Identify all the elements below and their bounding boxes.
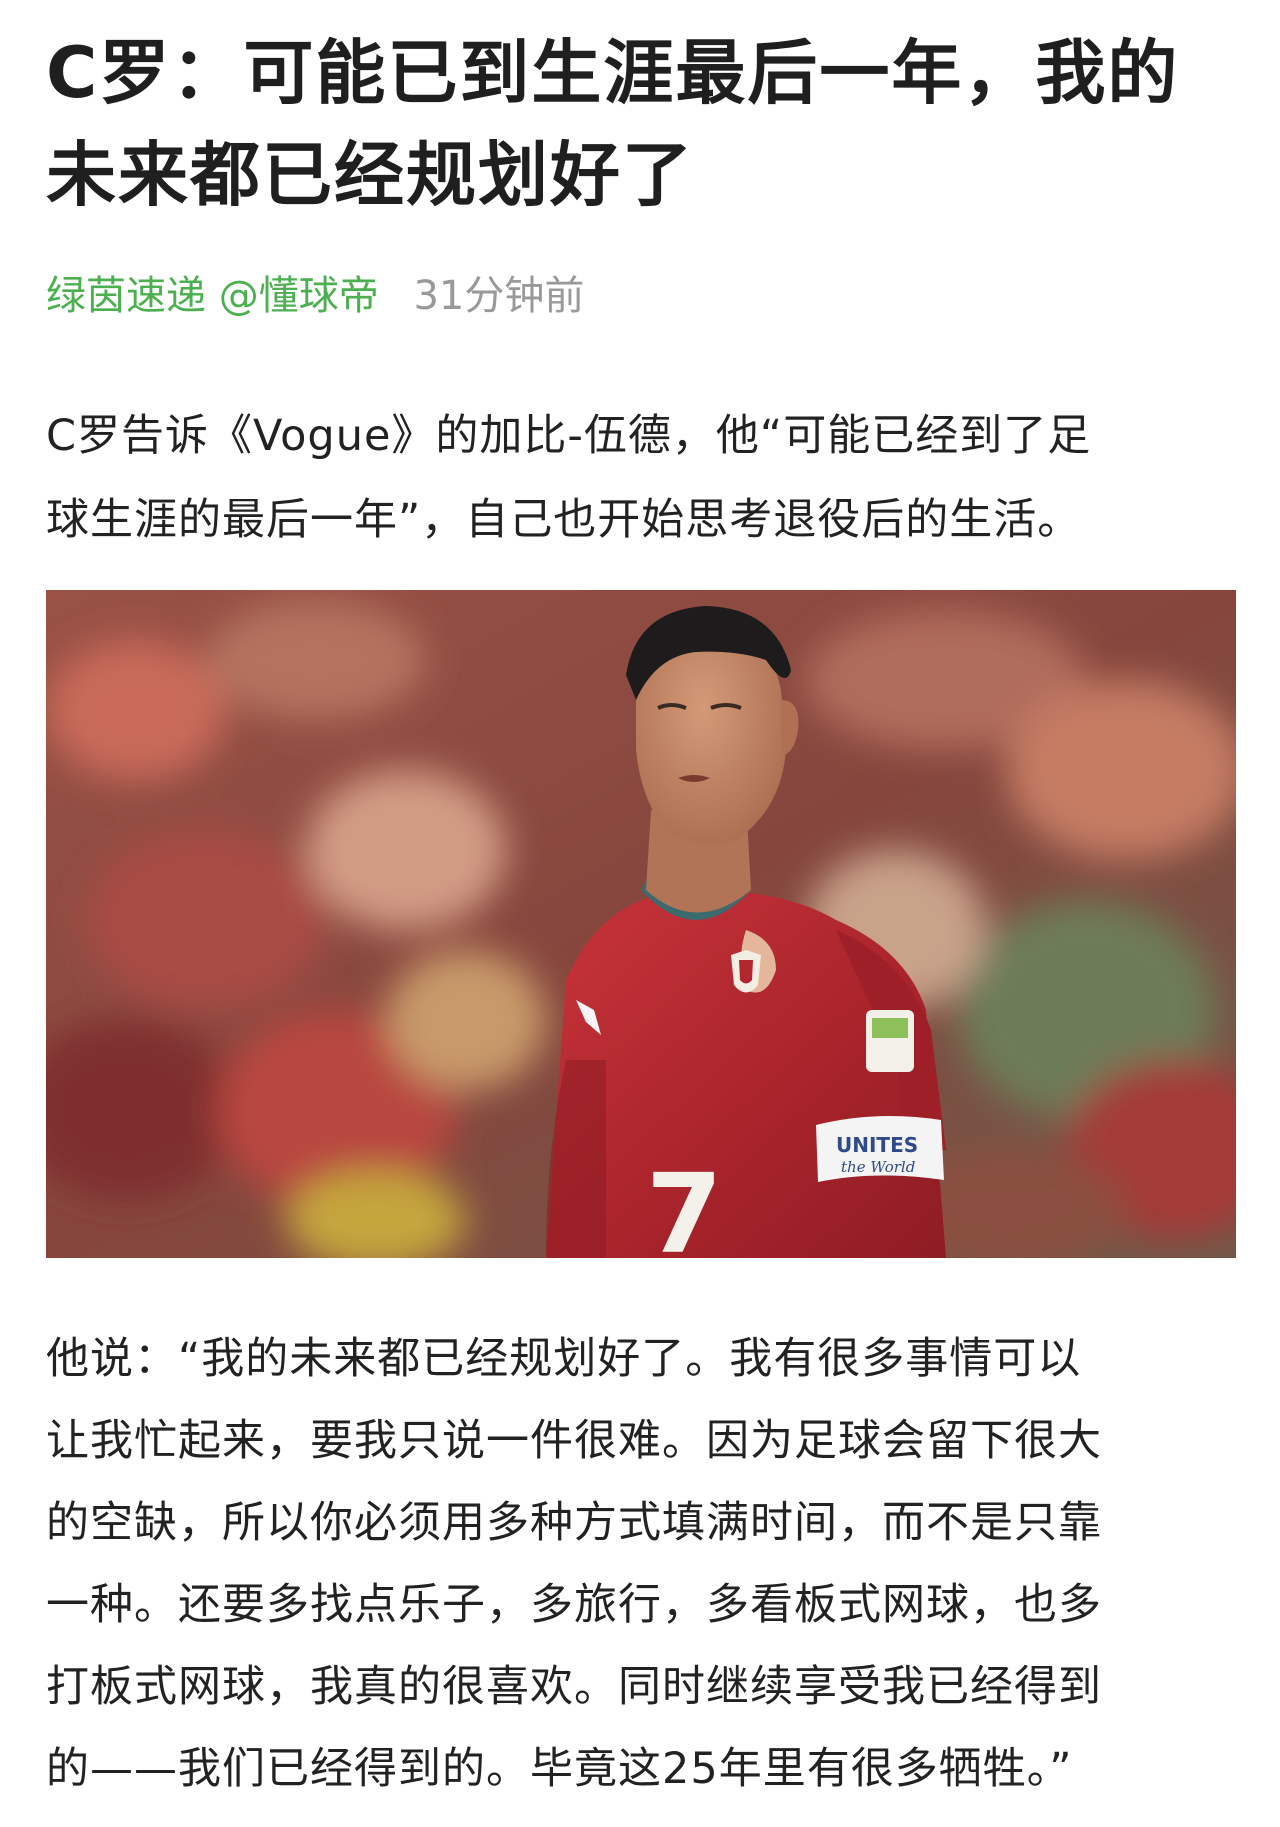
article-photo[interactable]: UNITES the World 7 (46, 590, 1236, 1258)
publish-time: 31分钟前 (413, 273, 585, 319)
title-line: 未来都已经规划好了 (46, 134, 694, 216)
article: C罗：可能已到生涯最后一年，我的 未来都已经规划好了 绿茵速递 @懂球帝 31分… (46, 0, 1236, 605)
quote-line: 一种。还要多找点乐子，多旅行，多看板式网球，也多 (46, 1580, 1102, 1630)
quote-line: 让我忙起来，要我只说一件很难。因为足球会留下很大 (46, 1416, 1102, 1466)
quote-line: 打板式网球，我真的很喜欢。同时继续享受我已经得到 (46, 1662, 1102, 1712)
quote-paragraph: 他说：“我的未来都已经规划好了。我有很多事情可以 让我忙起来，要我只说一件很难。… (46, 1318, 1236, 1810)
quote-line: 他说：“我的未来都已经规划好了。我有很多事情可以 (46, 1334, 1082, 1384)
title-line: C罗：可能已到生涯最后一年，我的 (46, 32, 1180, 114)
lead-paragraph: C罗告诉《Vogue》的加比-伍德，他“可能已经到了足 球生涯的最后一年”，自己… (46, 394, 1236, 562)
source-link[interactable]: 绿茵速递 @懂球帝 (46, 273, 379, 319)
lead-line: 球生涯的最后一年”，自己也开始思考退役后的生活。 (46, 495, 1082, 545)
player-photo-illustration: UNITES the World 7 (46, 590, 1236, 1258)
jersey-number: 7 (646, 1150, 723, 1258)
quote-line: 的——我们已经得到的。毕竟这25年里有很多牺牲。” (46, 1744, 1073, 1794)
lead-line: C罗告诉《Vogue》的加比-伍德，他“可能已经到了足 (46, 411, 1092, 461)
quote-line: 的空缺，所以你必须用多种方式填满时间，而不是只靠 (46, 1498, 1102, 1548)
armband-subtext: the World (841, 1158, 915, 1176)
armband-text: UNITES (836, 1133, 918, 1157)
article-title: C罗：可能已到生涯最后一年，我的 未来都已经规划好了 (46, 0, 1236, 226)
article-meta: 绿茵速递 @懂球帝 31分钟前 (46, 270, 1236, 322)
